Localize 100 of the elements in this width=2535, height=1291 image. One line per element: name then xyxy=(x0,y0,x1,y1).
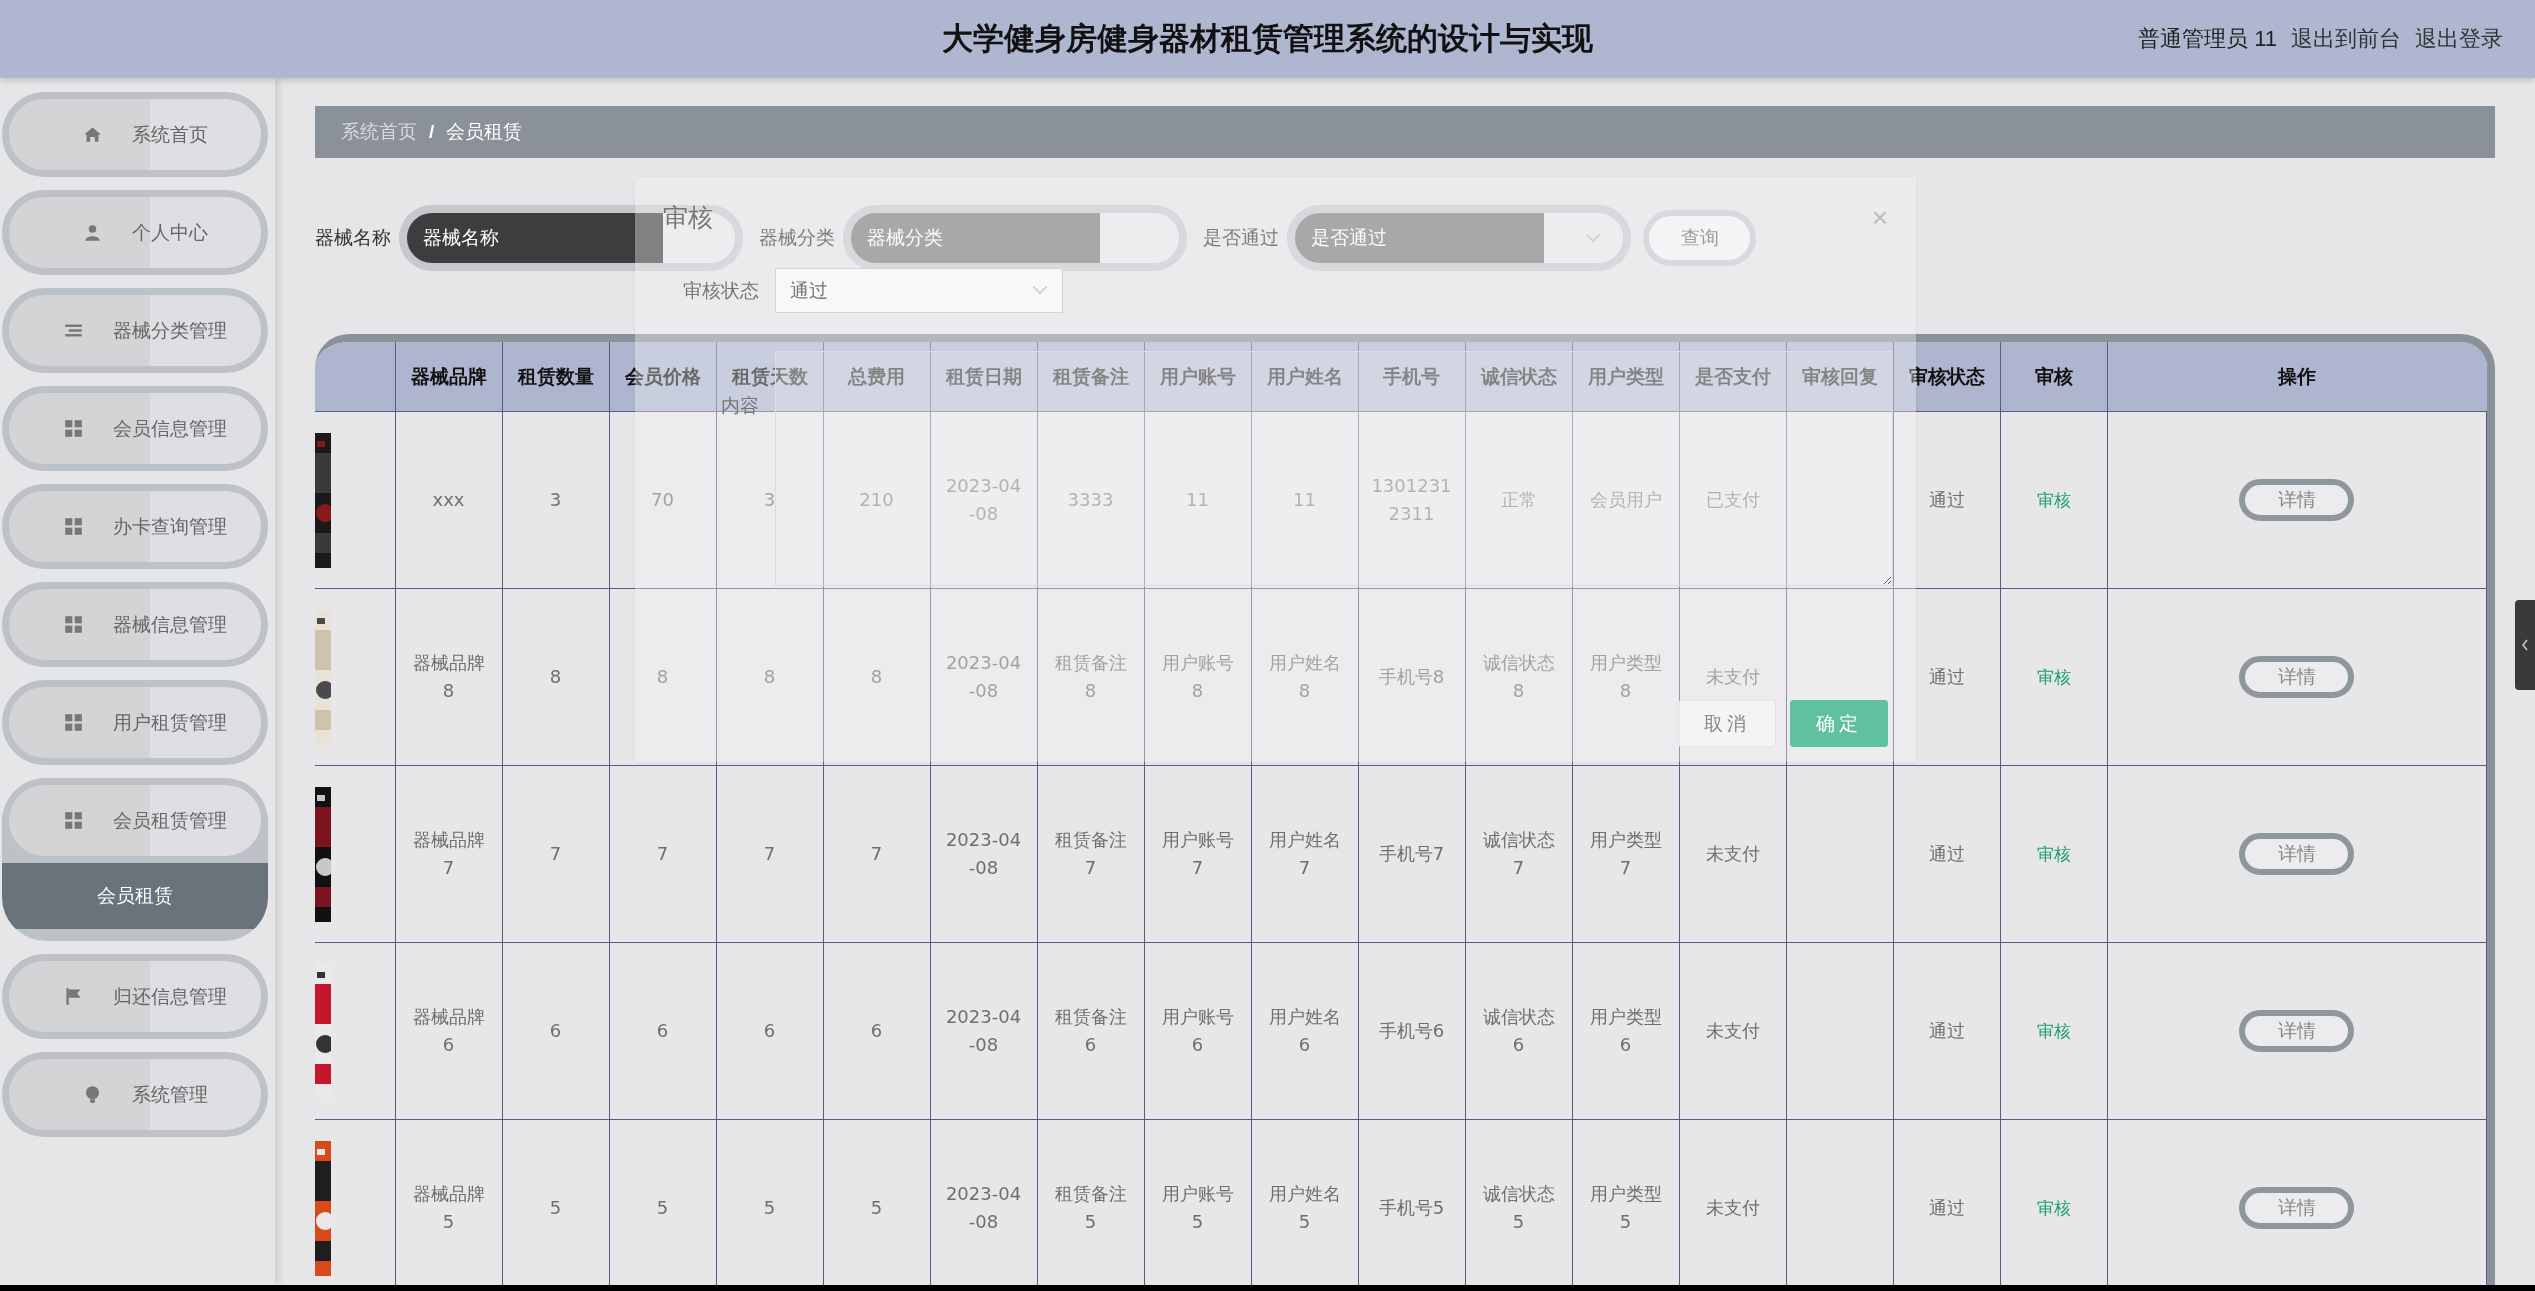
column-header: 用户账号 xyxy=(1144,342,1251,412)
menu-item[interactable]: 系统管理 xyxy=(2,1052,268,1137)
grid-icon xyxy=(63,419,83,438)
filter-input[interactable]: 器械分类 xyxy=(843,205,1187,271)
breadcrumb-link[interactable]: 会员租赁 xyxy=(446,119,523,145)
column-header: 器械品牌 xyxy=(395,342,502,412)
table-cell: 5 xyxy=(549,1197,562,1219)
details-button[interactable]: 详情 xyxy=(2239,833,2355,875)
table-cell: 7 xyxy=(870,843,883,865)
breadcrumb-link[interactable]: 系统首页 xyxy=(341,119,417,145)
table-cell: 器械品牌7 xyxy=(412,829,485,878)
details-button[interactable]: 详情 xyxy=(2239,1187,2355,1229)
table-cell: 8 xyxy=(549,666,562,688)
close-button[interactable]: × xyxy=(1871,201,1888,234)
column-header: 总费用 xyxy=(823,342,930,412)
table-cell: 租赁备注7 xyxy=(1054,829,1127,878)
details-button[interactable]: 详情 xyxy=(2239,479,2355,521)
table-cell: 7 xyxy=(656,843,669,865)
table-cell: 用户类型5 xyxy=(1589,1183,1662,1232)
table-cell: 租赁备注6 xyxy=(1054,1006,1127,1055)
table-cell: 用户类型6 xyxy=(1589,1006,1662,1055)
table-cell: 手机号7 xyxy=(1378,843,1445,865)
menu-item[interactable]: 会员信息管理 xyxy=(2,386,268,471)
home-icon xyxy=(82,125,102,144)
table-cell: 租赁备注5 xyxy=(1054,1183,1127,1232)
table-cell: 已支付 xyxy=(1705,489,1760,511)
status-select[interactable]: 通过 xyxy=(775,268,1063,313)
menu-item[interactable]: 器械信息管理 xyxy=(2,582,268,667)
table-cell: 2023-04-08 xyxy=(945,1006,1022,1055)
grid-icon xyxy=(63,811,83,830)
table-cell: 5 xyxy=(656,1197,669,1219)
menu-item[interactable]: 系统首页 xyxy=(2,92,268,177)
chevron-left-icon xyxy=(2521,639,2529,651)
header-link[interactable]: 退出登录 xyxy=(2415,24,2503,54)
table-cell: 3 xyxy=(763,489,776,511)
menu-item[interactable]: 办卡查询管理 xyxy=(2,484,268,569)
review-link[interactable]: 审核 xyxy=(2036,1198,2071,1219)
column-header: 审核回复 xyxy=(1786,342,1893,412)
chevron-icon xyxy=(1032,285,1048,296)
menu-item[interactable]: 用户租赁管理 xyxy=(2,680,268,765)
filter-label: 器械名称 xyxy=(315,226,391,250)
table-cell: 器械品牌5 xyxy=(412,1183,485,1232)
table-cell: 通过 xyxy=(1928,489,1965,511)
flag-icon xyxy=(63,987,83,1006)
confirm-button[interactable]: 确定 xyxy=(1790,700,1888,747)
table-cell: 8 xyxy=(870,666,883,688)
app-title: 大学健身房健身器材租赁管理系统的设计与实现 xyxy=(942,20,1593,58)
menu-item[interactable]: 器械分类管理 xyxy=(2,288,268,373)
table-cell: 2023-04-08 xyxy=(945,652,1022,701)
column-header: 是否支付 xyxy=(1679,342,1786,412)
review-link[interactable]: 审核 xyxy=(2036,667,2071,688)
menu-item[interactable]: 个人中心 xyxy=(2,190,268,275)
side-toggle-button[interactable] xyxy=(2515,600,2535,690)
table-cell: 2023-04-08 xyxy=(945,829,1022,878)
filter-select[interactable]: 是否通过 xyxy=(1287,205,1631,271)
review-link[interactable]: 审核 xyxy=(2036,1021,2071,1042)
table-cell: 手机号5 xyxy=(1378,1197,1445,1219)
table-cell: 手机号8 xyxy=(1378,666,1445,688)
search-button[interactable]: 查询 xyxy=(1643,210,1756,266)
table-cell: xxx xyxy=(432,489,465,511)
table-cell: 用户类型7 xyxy=(1589,829,1662,878)
table-cell: 6 xyxy=(763,1020,776,1042)
table-cell: 租赁备注8 xyxy=(1054,652,1127,701)
table-cell: 未支付 xyxy=(1705,843,1760,865)
cancel-button[interactable]: 取消 xyxy=(1678,700,1776,747)
field-label: 审核状态 xyxy=(683,279,759,303)
table-cell: 用户姓名6 xyxy=(1268,1006,1341,1055)
review-link[interactable]: 审核 xyxy=(2036,844,2071,865)
review-link[interactable]: 审核 xyxy=(2036,490,2071,511)
table-cell: 诚信状态8 xyxy=(1482,652,1555,701)
table-cell: 手机号6 xyxy=(1378,1020,1445,1042)
column-header: 会员价格 xyxy=(609,342,716,412)
column-header: 租赁日期 xyxy=(930,342,1037,412)
filter-label: 器械分类 xyxy=(759,226,835,250)
breadcrumb-separator: / xyxy=(429,121,435,143)
menu-item[interactable]: 归还信息管理 xyxy=(2,954,268,1039)
table-cell: 用户账号8 xyxy=(1161,652,1234,701)
table-cell: 6 xyxy=(656,1020,669,1042)
table-cell: 正常 xyxy=(1500,489,1537,511)
column-header: 操作 xyxy=(2107,342,2487,412)
details-button[interactable]: 详情 xyxy=(2239,656,2355,698)
field-label: 内容 xyxy=(721,395,759,417)
filter-label: 是否通过 xyxy=(1203,226,1279,250)
user-icon xyxy=(82,223,102,242)
column-header: 手机号 xyxy=(1358,342,1465,412)
column-header: 审核 xyxy=(2000,342,2107,412)
table-cell: 会员用户 xyxy=(1589,489,1662,511)
submenu-item[interactable]: 会员租赁 xyxy=(2,863,268,929)
column-header: 用户类型 xyxy=(1572,342,1679,412)
header-link[interactable]: 退出到前台 xyxy=(2291,24,2401,54)
table-cell: 未支付 xyxy=(1705,666,1760,688)
table-cell: 通过 xyxy=(1928,1197,1965,1219)
table-cell: 通过 xyxy=(1928,1020,1965,1042)
table-cell: 器械品牌6 xyxy=(412,1006,485,1055)
table-cell: 210 xyxy=(859,489,894,511)
details-button[interactable]: 详情 xyxy=(2239,1010,2355,1052)
column-header: 租赁备注 xyxy=(1037,342,1144,412)
chevron-icon xyxy=(1585,232,1601,244)
table-cell: 用户账号7 xyxy=(1161,829,1234,878)
table-cell: 诚信状态6 xyxy=(1482,1006,1555,1055)
